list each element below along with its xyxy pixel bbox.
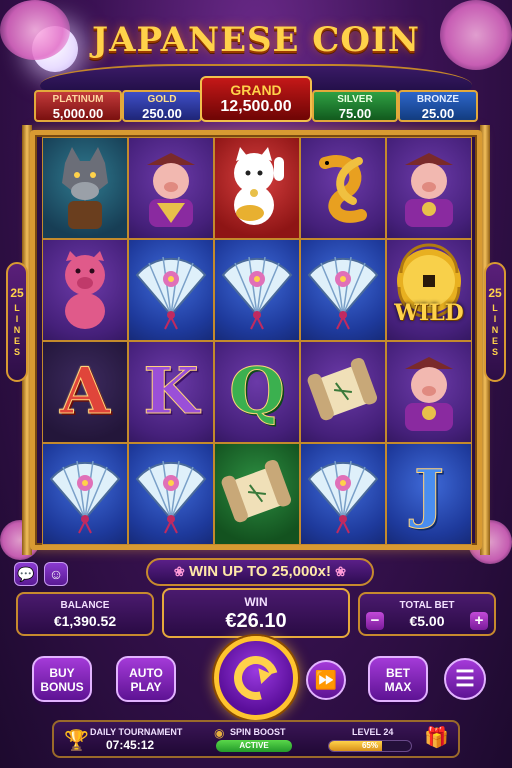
- win-value: €26.10: [225, 610, 287, 632]
- jackpot-label: BRONZE: [416, 94, 460, 105]
- game-title: JAPANESE COIN: [92, 20, 420, 60]
- tournament-label: DAILY TOURNAMENT: [90, 727, 183, 737]
- paylines-indicator-left: 25 LINES: [6, 262, 28, 382]
- spin-button[interactable]: [214, 636, 298, 720]
- jackpot-bronze: BRONZE 25.00: [398, 90, 478, 122]
- jackpot-value: 75.00: [338, 106, 372, 121]
- jackpot-label: PLATINUM: [52, 94, 104, 105]
- reel-grid: WILD A K Q J: [42, 137, 472, 545]
- symbol-letter-k: K: [143, 354, 200, 429]
- reel-cell: [128, 443, 214, 545]
- reel-cell: [42, 443, 128, 545]
- scroll-icon: [219, 449, 295, 540]
- symbol-letter-q: Q: [229, 354, 286, 429]
- paylines-indicator-right: 25 LINES: [484, 262, 506, 382]
- wild-label: WILD: [394, 300, 464, 326]
- reel-cell: [214, 137, 300, 239]
- scroll-icon: [305, 347, 381, 438]
- coin-stack-icon: ◉: [214, 726, 225, 740]
- auto-play-button[interactable]: AUTO PLAY: [116, 656, 176, 702]
- win-up-to-banner: ❀ WIN UP TO 25,000x! ❀: [146, 558, 374, 586]
- balance-label: BALANCE: [60, 600, 110, 611]
- fan-icon: [133, 449, 209, 540]
- reel-cell: [300, 137, 386, 239]
- chat-icon[interactable]: 💬: [14, 562, 38, 586]
- spin-boost-status: ACTIVE: [216, 740, 292, 752]
- total-bet-label: TOTAL BET: [399, 600, 455, 611]
- decrease-bet-button[interactable]: −: [366, 612, 384, 630]
- win-label: WIN: [244, 595, 268, 609]
- fan-icon: [219, 245, 295, 336]
- reel-cell: [300, 239, 386, 341]
- jackpot-value: 12,500.00: [220, 98, 292, 115]
- symbol-letter-j: J: [413, 456, 445, 531]
- balance-panel: BALANCE €1,390.52: [16, 592, 154, 636]
- bet-max-button[interactable]: BET MAX: [368, 656, 428, 702]
- reel-cell: [300, 341, 386, 443]
- reel-cell: [42, 239, 128, 341]
- reel-cell: WILD: [386, 239, 472, 341]
- reel-cell: [128, 137, 214, 239]
- level-label: LEVEL 24: [352, 727, 394, 737]
- jackpot-silver: SILVER 75.00: [312, 90, 398, 122]
- trophy-icon: 🏆: [64, 730, 89, 752]
- fan-icon: [305, 449, 381, 540]
- paylines-count: 25: [10, 286, 24, 300]
- paylines-label: LINES: [13, 303, 21, 357]
- jackpot-label: SILVER: [337, 94, 373, 105]
- jackpot-grand: GRAND 12,500.00: [200, 76, 312, 122]
- reel-cell: [300, 443, 386, 545]
- win-panel: WIN €26.10: [162, 588, 350, 638]
- reel-cell: K: [128, 341, 214, 443]
- turbo-fast-forward-button[interactable]: ⏩: [306, 660, 346, 700]
- wolf-icon: [50, 143, 120, 234]
- jackpot-gold: GOLD 250.00: [122, 90, 202, 122]
- jackpot-label: GOLD: [147, 94, 177, 105]
- jackpot-label: GRAND: [230, 82, 282, 98]
- paylines-label: LINES: [491, 303, 499, 357]
- pig-coin-icon: [391, 143, 467, 234]
- reel-cell: [128, 239, 214, 341]
- fan-icon: [305, 245, 381, 336]
- fan-icon: [47, 449, 123, 540]
- flower-icon: ❀: [173, 564, 185, 579]
- jackpot-value: 5,000.00: [52, 106, 104, 121]
- knitted-pig-icon: [50, 245, 120, 336]
- gift-icon[interactable]: 🎁: [424, 725, 449, 750]
- reel-cell: [386, 137, 472, 239]
- jackpot-value: 250.00: [142, 106, 182, 121]
- paylines-count: 25: [488, 286, 502, 300]
- jackpot-platinum: PLATINUM 5,000.00: [34, 90, 122, 122]
- level-progress-text: 65%: [361, 741, 378, 750]
- lucky-cat-icon: [222, 143, 292, 234]
- reel-cell: [42, 137, 128, 239]
- spin-arrow-icon: [225, 647, 287, 709]
- fan-icon: [133, 245, 209, 336]
- tournament-timer: 07:45:12: [106, 738, 155, 752]
- reel-cell: A: [42, 341, 128, 443]
- balance-value: €1,390.52: [53, 613, 117, 629]
- emoji-icon[interactable]: ☺: [44, 562, 68, 586]
- buy-bonus-button[interactable]: BUY BONUS: [32, 656, 92, 702]
- pig-fan-icon: [133, 143, 209, 234]
- menu-button[interactable]: ☰: [444, 658, 486, 700]
- reel-cell: Q: [214, 341, 300, 443]
- banner-text: WIN UP TO 25,000x!: [188, 563, 331, 580]
- increase-bet-button[interactable]: +: [470, 612, 488, 630]
- jackpot-value: 25.00: [421, 106, 455, 121]
- flower-icon: ❀: [335, 564, 347, 579]
- reel-cell: [386, 341, 472, 443]
- spin-boost-label: SPIN BOOST: [230, 727, 286, 737]
- koi-fish-icon: [305, 143, 381, 234]
- fast-forward-icon: ⏩: [314, 670, 338, 690]
- hamburger-menu-icon: ☰: [455, 666, 475, 691]
- pig-coin-icon: [391, 347, 467, 438]
- reel-cell: [214, 239, 300, 341]
- symbol-letter-a: A: [60, 354, 111, 429]
- reel-cell: J: [386, 443, 472, 545]
- reel-cell: [214, 443, 300, 545]
